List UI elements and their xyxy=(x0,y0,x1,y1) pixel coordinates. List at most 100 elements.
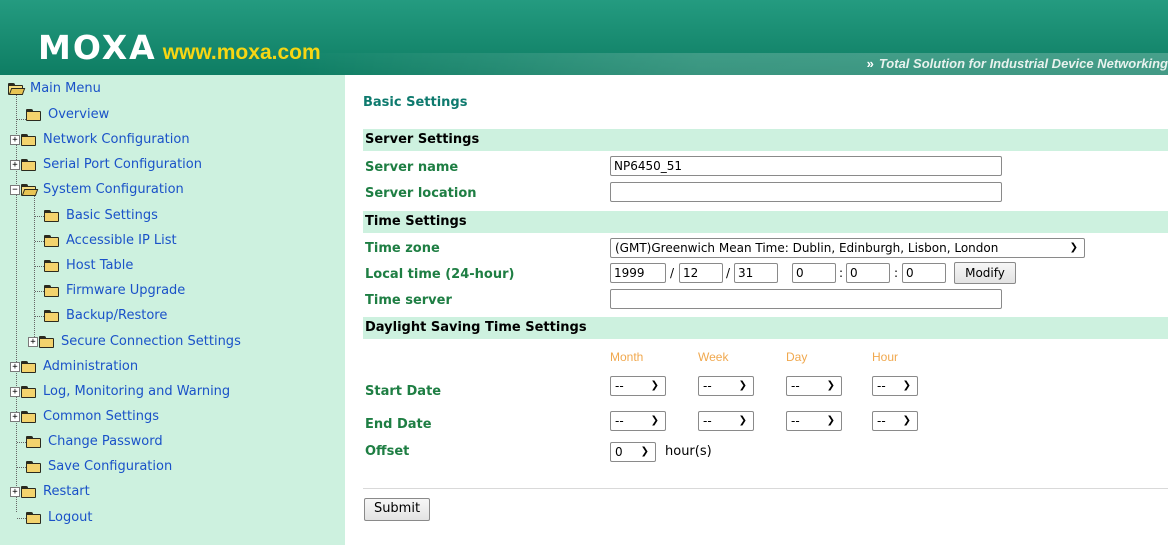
year-input[interactable] xyxy=(610,263,666,283)
tree-line xyxy=(35,316,44,317)
sidebar-item-backup-restore[interactable]: Backup/Restore xyxy=(44,305,167,327)
folder-icon xyxy=(44,210,60,222)
folder-icon xyxy=(39,336,55,348)
folder-icon xyxy=(44,310,60,322)
dst-month-header: Month xyxy=(610,350,644,364)
chevron-down-icon: ❯ xyxy=(650,380,659,391)
time-zone-value: (GMT)Greenwich Mean Time: Dublin, Edinbu… xyxy=(615,241,999,255)
sidebar-item-label: Secure Connection Settings xyxy=(61,334,241,349)
sidebar-item-network-configuration[interactable]: + Network Configuration xyxy=(10,129,190,151)
dst-hour-header: Hour xyxy=(872,350,899,364)
collapse-icon[interactable]: − xyxy=(10,185,20,195)
date-separator: / xyxy=(670,266,675,280)
tree-line xyxy=(17,518,26,519)
sidebar-item-label: Common Settings xyxy=(43,409,160,424)
submit-button[interactable]: Submit xyxy=(364,498,430,521)
folder-icon xyxy=(44,260,60,272)
expand-icon[interactable]: + xyxy=(10,160,20,170)
chevron-down-icon: ❯ xyxy=(738,415,747,426)
start-day-select[interactable]: -- ❯ xyxy=(786,376,842,396)
sidebar-item-serial-port-configuration[interactable]: + Serial Port Configuration xyxy=(10,154,202,176)
sidebar-item-accessible-ip-list[interactable]: Accessible IP List xyxy=(44,230,177,252)
expand-icon[interactable]: + xyxy=(10,487,20,497)
dst-day-header: Day xyxy=(786,350,808,364)
sidebar-item-label: Restart xyxy=(43,484,90,499)
sidebar-item-secure-connection-settings[interactable]: + Secure Connection Settings xyxy=(28,331,241,353)
tree-line xyxy=(35,291,44,292)
end-month-select[interactable]: -- ❯ xyxy=(610,411,666,431)
second-input[interactable] xyxy=(902,263,946,283)
sidebar-item-label: System Configuration xyxy=(43,182,184,197)
modify-button[interactable]: Modify xyxy=(954,262,1016,284)
tree-line xyxy=(35,266,44,267)
sidebar-menu: Main Menu Overview + Network Configuratio… xyxy=(0,75,345,545)
expand-icon[interactable]: + xyxy=(10,362,20,372)
main-content: Basic Settings Server Settings Server na… xyxy=(345,75,1168,545)
section-dst-settings: Daylight Saving Time Settings xyxy=(363,317,1168,339)
sidebar-item-label: Logout xyxy=(48,510,93,525)
chevron-down-icon: ❯ xyxy=(640,446,649,457)
sidebar-item-firmware-upgrade[interactable]: Firmware Upgrade xyxy=(44,280,185,302)
expand-icon[interactable]: + xyxy=(10,135,20,145)
time-zone-select[interactable]: (GMT)Greenwich Mean Time: Dublin, Edinbu… xyxy=(610,238,1085,258)
sidebar-item-label: Network Configuration xyxy=(43,132,190,147)
select-value: -- xyxy=(703,414,712,428)
divider xyxy=(363,488,1168,489)
tree-line xyxy=(35,241,44,242)
chevron-down-icon: ❯ xyxy=(902,380,911,391)
offset-select[interactable]: 0 ❯ xyxy=(610,442,656,462)
chevron-down-icon: ❯ xyxy=(1069,242,1078,253)
start-week-select[interactable]: -- ❯ xyxy=(698,376,754,396)
chevron-down-icon: ❯ xyxy=(650,415,659,426)
tagline-text: Total Solution for Industrial Device Net… xyxy=(878,56,1168,71)
section-server-settings: Server Settings xyxy=(363,129,1168,151)
tree-line xyxy=(17,119,26,120)
sidebar-item-label: Firmware Upgrade xyxy=(66,283,186,298)
sidebar-item-main-menu[interactable]: Main Menu xyxy=(8,78,101,100)
sidebar-item-label: Serial Port Configuration xyxy=(43,157,202,172)
start-hour-select[interactable]: -- ❯ xyxy=(872,376,918,396)
sidebar-item-label: Save Configuration xyxy=(48,459,173,474)
start-month-select[interactable]: -- ❯ xyxy=(610,376,666,396)
minute-input[interactable] xyxy=(846,263,890,283)
sidebar-item-logout[interactable]: Logout xyxy=(26,507,93,529)
folder-icon xyxy=(21,411,37,423)
sidebar-item-common-settings[interactable]: + Common Settings xyxy=(10,406,159,428)
month-input[interactable] xyxy=(679,263,723,283)
sidebar-item-host-table[interactable]: Host Table xyxy=(44,255,133,277)
sidebar-item-save-configuration[interactable]: Save Configuration xyxy=(26,456,172,478)
folder-icon xyxy=(26,461,42,473)
end-week-select[interactable]: -- ❯ xyxy=(698,411,754,431)
local-time-label: Local time (24-hour) xyxy=(365,267,515,282)
server-name-input[interactable] xyxy=(610,156,1002,176)
section-time-settings: Time Settings xyxy=(363,211,1168,233)
folder-icon xyxy=(44,285,60,297)
sidebar-item-log-monitoring-warning[interactable]: + Log, Monitoring and Warning xyxy=(10,381,230,403)
sidebar-item-change-password[interactable]: Change Password xyxy=(26,431,163,453)
folder-icon xyxy=(26,512,42,524)
sidebar-item-system-configuration[interactable]: − System Configuration xyxy=(10,179,184,201)
sidebar-item-overview[interactable]: Overview xyxy=(26,104,109,126)
expand-icon[interactable]: + xyxy=(10,412,20,422)
chevron-down-icon: ❯ xyxy=(826,380,835,391)
folder-icon xyxy=(21,134,37,146)
end-day-select[interactable]: -- ❯ xyxy=(786,411,842,431)
day-input[interactable] xyxy=(734,263,778,283)
sidebar-item-restart[interactable]: + Restart xyxy=(10,481,90,503)
folder-open-icon xyxy=(21,184,39,196)
folder-icon xyxy=(44,235,60,247)
sidebar-item-basic-settings[interactable]: Basic Settings xyxy=(44,205,158,227)
sidebar-item-administration[interactable]: + Administration xyxy=(10,356,138,378)
expand-icon[interactable]: + xyxy=(10,387,20,397)
sidebar-item-label: Accessible IP List xyxy=(66,233,177,248)
time-server-input[interactable] xyxy=(610,289,1002,309)
double-chevron-icon: » xyxy=(866,56,874,71)
end-hour-select[interactable]: -- ❯ xyxy=(872,411,918,431)
chevron-down-icon: ❯ xyxy=(738,380,747,391)
select-value: -- xyxy=(877,379,886,393)
tree-line xyxy=(17,467,26,468)
dst-week-header: Week xyxy=(698,350,729,364)
server-location-input[interactable] xyxy=(610,182,1002,202)
expand-icon[interactable]: + xyxy=(28,337,38,347)
hour-input[interactable] xyxy=(792,263,836,283)
